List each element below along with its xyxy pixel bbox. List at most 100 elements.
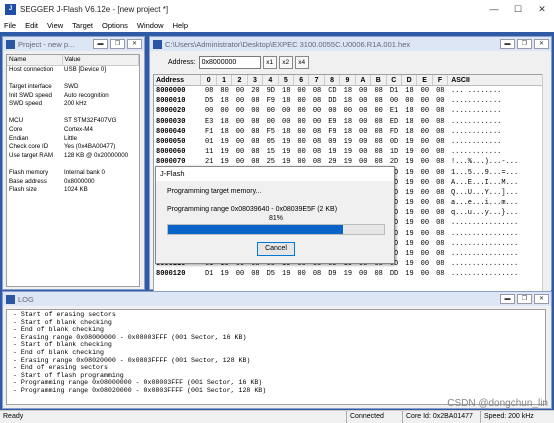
hex-byte: 08 bbox=[436, 209, 445, 218]
hex-byte: E9 bbox=[328, 117, 337, 126]
log-window-titlebar[interactable]: LOG ▬ ❐ ✕ bbox=[3, 292, 551, 306]
hex-byte: 18 bbox=[343, 87, 353, 95]
status-separator bbox=[402, 411, 403, 423]
status-connection: Connected bbox=[350, 413, 384, 420]
hex-byte: 19 bbox=[343, 148, 353, 157]
hex-byte: 08 bbox=[374, 148, 383, 157]
hex-byte: 00 bbox=[328, 107, 337, 116]
property-row[interactable]: Host connection USB [Device 0] bbox=[7, 65, 139, 74]
hex-byte: 00 bbox=[420, 87, 430, 95]
menu-edit[interactable]: Edit bbox=[25, 21, 38, 30]
close-icon[interactable]: ✕ bbox=[530, 0, 554, 18]
log-line: - Programming range 0x08000000 - 0x08003… bbox=[9, 379, 263, 387]
hex-window-titlebar[interactable]: C:\Users\Administrator\Desktop\EXPEC 310… bbox=[150, 37, 551, 51]
hex-byte: 19 bbox=[220, 137, 229, 146]
log-output[interactable]: - Start of erasing sectors - Start of bl… bbox=[6, 309, 546, 405]
property-name: MCU bbox=[9, 117, 24, 125]
minimize-icon[interactable]: ▬ bbox=[500, 39, 515, 49]
maximize-icon[interactable]: ❐ bbox=[110, 39, 125, 49]
hex-byte: DD bbox=[389, 270, 399, 279]
log-line: - Start of flash programming bbox=[9, 371, 124, 379]
hex-byte: 08 bbox=[436, 158, 445, 167]
minimize-icon[interactable]: ▬ bbox=[500, 294, 515, 304]
hex-byte: 00 bbox=[312, 117, 322, 126]
hex-row[interactable]: 8000050 01 19 00 08 05 19 00 08 09 19 00 08 0D 19 00 08.… bbox=[154, 137, 543, 147]
hex-row[interactable]: 8000120 D1 19 00 08 D5 19 00 08 D9 19 00 08 DD 19 00 08.… bbox=[154, 269, 543, 279]
zoom-x1-button[interactable]: x1 bbox=[262, 55, 277, 69]
close-icon[interactable]: ✕ bbox=[534, 39, 549, 49]
property-row[interactable]: Flash size 1024 KB bbox=[7, 185, 139, 194]
hex-row[interactable]: 8000020 00 00 00 00 00 00 00 00 00 00 00 00 E1 18 00 08.… bbox=[154, 106, 543, 116]
cancel-button[interactable]: Cancel bbox=[257, 242, 295, 256]
status-separator bbox=[480, 411, 481, 423]
maximize-icon[interactable]: ❐ bbox=[517, 294, 532, 304]
property-value: SWD bbox=[64, 82, 79, 90]
project-window-titlebar[interactable]: Project - new p... ▬ ❐ ✕ bbox=[3, 37, 144, 51]
property-row[interactable]: Target interface SWD bbox=[7, 82, 139, 91]
menu-help[interactable]: Help bbox=[173, 21, 188, 30]
hex-address: 8000000 bbox=[156, 87, 186, 95]
hex-byte: 00 bbox=[359, 107, 368, 116]
property-row[interactable]: Flash memory Internal bank 0 bbox=[7, 168, 139, 177]
property-value bbox=[62, 108, 139, 117]
hex-byte: 00 bbox=[343, 107, 353, 116]
property-row[interactable]: Core Cortex-M4 bbox=[7, 125, 139, 134]
hex-byte: 08 bbox=[436, 127, 445, 136]
zoom-x4-button[interactable]: x4 bbox=[294, 55, 309, 69]
address-input[interactable]: 0x8000000 bbox=[198, 55, 261, 69]
hex-row[interactable]: 8000030 E3 18 00 08 00 00 00 00 E9 18 00 08 ED 18 00 08.… bbox=[154, 117, 543, 127]
zoom-x2-button[interactable]: x2 bbox=[278, 55, 293, 69]
hex-row[interactable]: 8000000 08 80 00 20 9D 18 00 08 CD 18 00 08 D1 18 00 08.… bbox=[154, 86, 543, 96]
menu-file[interactable]: File bbox=[4, 21, 16, 30]
property-row[interactable]: SWD speed 200 kHz bbox=[7, 99, 139, 108]
log-line: - End of erasing sectors bbox=[9, 364, 108, 372]
hex-byte: 00 bbox=[436, 97, 445, 106]
byte-column-header: 1 bbox=[217, 75, 233, 85]
property-row[interactable]: Check core ID Yes (0x4BA00477) bbox=[7, 142, 139, 151]
property-row[interactable] bbox=[7, 74, 139, 83]
minimize-icon[interactable]: — bbox=[482, 0, 506, 18]
hex-byte: 19 bbox=[405, 209, 414, 218]
maximize-icon[interactable]: ❐ bbox=[517, 39, 532, 49]
menu-options[interactable]: Options bbox=[102, 21, 128, 30]
hex-byte: 15 bbox=[266, 148, 275, 157]
hex-byte: 00 bbox=[420, 239, 430, 248]
property-row[interactable]: Endian Little bbox=[7, 134, 139, 143]
menu-target[interactable]: Target bbox=[72, 21, 93, 30]
property-row[interactable]: Base address 0x8000000 bbox=[7, 177, 139, 186]
maximize-icon[interactable]: ☐ bbox=[506, 0, 530, 18]
property-name: Check core ID bbox=[9, 143, 49, 151]
dialog-message: Programming target memory... bbox=[167, 188, 262, 195]
vertical-scrollbar[interactable] bbox=[542, 74, 551, 292]
menu-view[interactable]: View bbox=[47, 21, 63, 30]
hex-row[interactable]: 8000010 D5 18 00 08 F9 18 00 08 DD 18 00 08 00 00 00 00.… bbox=[154, 96, 543, 106]
hex-ascii: a...e...i...m... bbox=[450, 199, 519, 208]
property-row[interactable]: Use target RAM 128 KB @ 0x20000000 bbox=[7, 151, 139, 160]
hex-ascii: ............ bbox=[450, 137, 502, 146]
hex-address: 8000020 bbox=[156, 107, 186, 116]
status-separator bbox=[346, 411, 347, 423]
close-icon[interactable]: ✕ bbox=[127, 39, 142, 49]
property-row[interactable]: Init SWD speed Auto recognition bbox=[7, 91, 139, 100]
hex-row[interactable]: 8000060 11 19 00 08 15 19 00 08 19 19 00 08 1D 19 00 08.… bbox=[154, 147, 543, 157]
hex-byte: 08 bbox=[251, 117, 260, 126]
property-row[interactable] bbox=[7, 108, 139, 117]
hex-byte: 18 bbox=[405, 127, 414, 136]
progress-bar bbox=[167, 224, 385, 235]
hex-byte: 00 bbox=[297, 87, 306, 95]
hex-row[interactable]: 8000040 F1 18 00 08 F5 18 00 08 F9 18 00 08 FD 18 00 08.… bbox=[154, 127, 543, 137]
column-header-name[interactable]: Name bbox=[7, 55, 63, 66]
app-logo-icon: J bbox=[5, 3, 16, 15]
hex-ascii: ............ bbox=[450, 148, 502, 157]
hex-byte: 08 bbox=[436, 107, 445, 116]
hex-byte: D5 bbox=[204, 97, 214, 106]
column-header-value[interactable]: Value bbox=[62, 55, 139, 66]
menu-window[interactable]: Window bbox=[137, 21, 164, 30]
property-row[interactable]: MCU ST STM32F407VG bbox=[7, 117, 139, 126]
property-row[interactable] bbox=[7, 160, 139, 169]
hex-byte: 08 bbox=[436, 87, 445, 95]
byte-column-header: D bbox=[402, 75, 418, 85]
minimize-icon[interactable]: ▬ bbox=[93, 39, 108, 49]
byte-column-header: 7 bbox=[309, 75, 325, 85]
close-icon[interactable]: ✕ bbox=[534, 294, 549, 304]
